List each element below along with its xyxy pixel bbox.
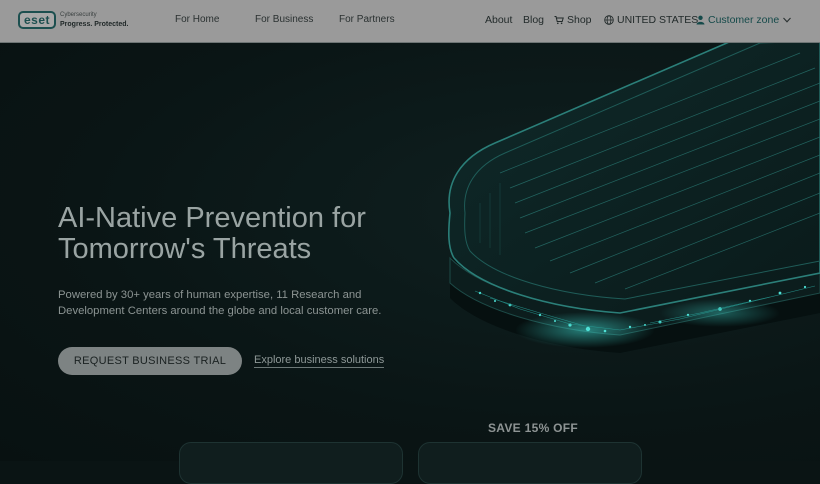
logo-tagline-line1: Cybersecurity — [60, 12, 97, 18]
user-icon — [696, 15, 705, 25]
hero-illustration — [448, 43, 820, 353]
customer-zone-link[interactable]: Customer zone — [696, 14, 779, 26]
promo-card-1[interactable] — [179, 442, 403, 484]
shop-label: Shop — [567, 14, 592, 26]
hero-section: AI-Native Prevention for Tomorrow's Thre… — [0, 43, 820, 461]
hero-title: AI-Native Prevention for Tomorrow's Thre… — [58, 203, 418, 265]
explore-business-solutions-link[interactable]: Explore business solutions — [254, 354, 385, 368]
hero-title-line1: AI-Native Prevention for — [58, 202, 366, 234]
blog-link[interactable]: Blog — [523, 14, 544, 26]
cart-icon — [554, 16, 564, 25]
nav-for-partners[interactable]: For Partners — [339, 14, 395, 25]
customer-zone-label: Customer zone — [708, 14, 780, 26]
shop-link[interactable]: Shop — [554, 14, 592, 26]
region-label: UNITED STATES — [617, 14, 699, 26]
globe-icon — [604, 15, 614, 25]
nav-for-business[interactable]: For Business — [255, 14, 313, 25]
region-selector[interactable]: UNITED STATES — [604, 14, 698, 26]
site-header: eset Cybersecurity Progress. Protected. … — [0, 0, 820, 43]
about-link[interactable]: About — [485, 14, 512, 26]
hero-title-line2: Tomorrow's Threats — [58, 233, 312, 265]
promo-card-2[interactable] — [418, 442, 642, 484]
hero-subtitle: Powered by 30+ years of human expertise,… — [58, 289, 382, 317]
nav-for-home[interactable]: For Home — [175, 14, 219, 25]
chevron-down-icon[interactable] — [782, 15, 792, 25]
logo-tagline: Cybersecurity Progress. Protected. — [60, 11, 128, 29]
eset-logo[interactable]: eset Cybersecurity Progress. Protected. — [18, 11, 128, 29]
logo-tagline-line2: Progress. Protected. — [60, 21, 129, 28]
request-business-trial-button[interactable]: REQUEST BUSINESS TRIAL — [58, 347, 242, 375]
save-badge: SAVE 15% OFF — [488, 421, 579, 435]
logo-mark: eset — [18, 11, 56, 29]
